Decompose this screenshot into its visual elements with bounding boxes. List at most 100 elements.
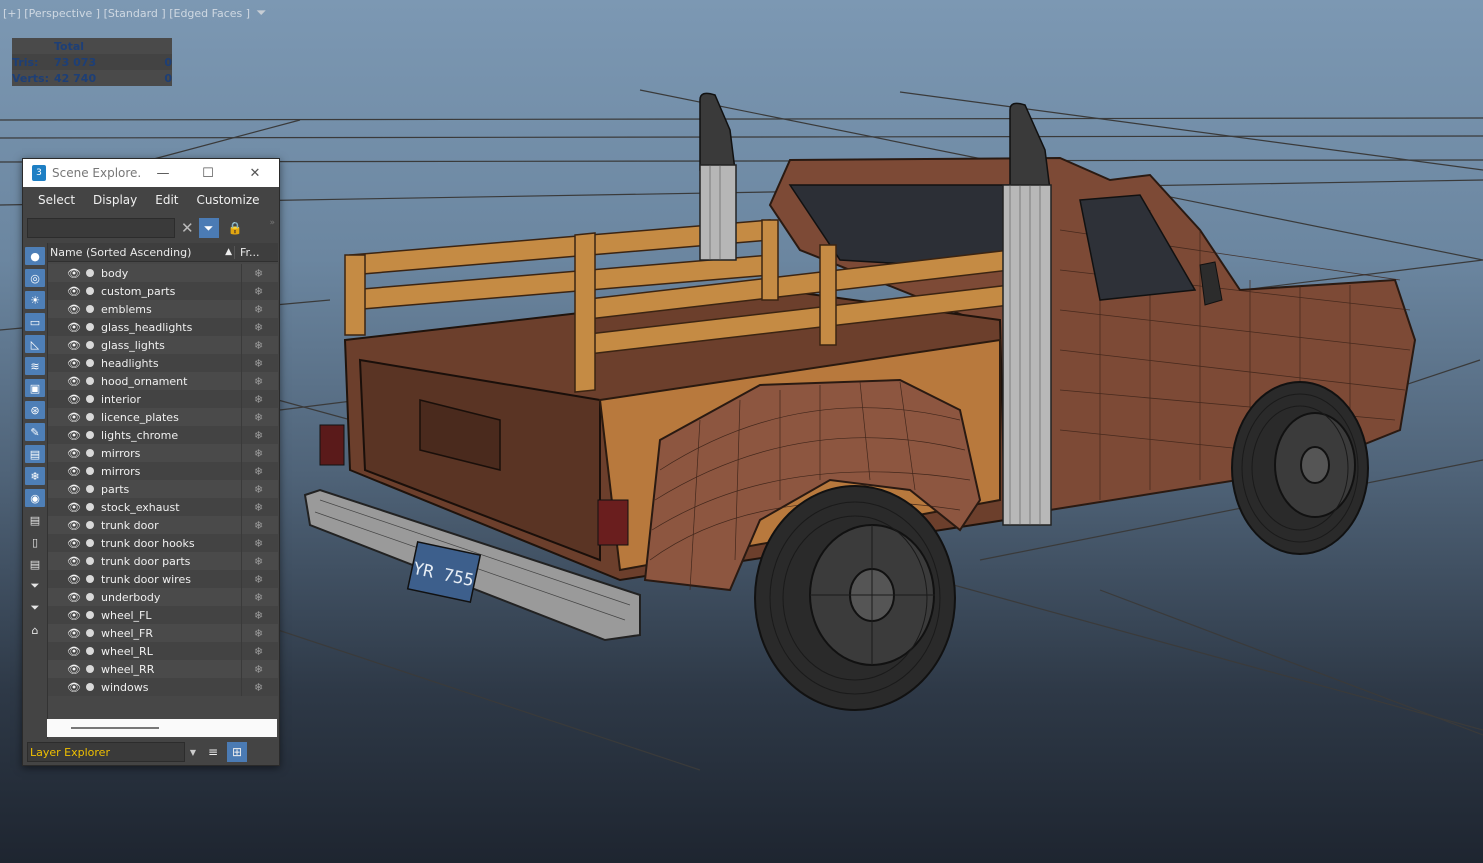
- tree-row[interactable]: 👁 stock_exhaust ❄: [48, 498, 278, 516]
- tree-row[interactable]: 👁 parts ❄: [48, 480, 278, 498]
- freeze-snowflake-icon[interactable]: ❄: [254, 519, 263, 532]
- menu-select[interactable]: Select: [38, 193, 75, 207]
- document-icon[interactable]: ▤: [25, 555, 45, 573]
- freeze-snowflake-icon[interactable]: ❄: [254, 537, 263, 550]
- freeze-snowflake-icon[interactable]: ❄: [254, 663, 263, 676]
- tree-row[interactable]: 👁 mirrors ❄: [48, 462, 278, 480]
- containers-filter-icon[interactable]: ▤: [25, 445, 45, 463]
- visibility-eye-icon[interactable]: 👁: [67, 339, 81, 352]
- page-icon[interactable]: ▯: [25, 533, 45, 551]
- cameras-filter-icon[interactable]: ▭: [25, 313, 45, 331]
- hidden-filter-icon[interactable]: ◉: [25, 489, 45, 507]
- render-dot-icon[interactable]: [86, 683, 94, 691]
- clear-search-icon[interactable]: ✕: [181, 219, 194, 237]
- freeze-snowflake-icon[interactable]: ❄: [254, 267, 263, 280]
- render-dot-icon[interactable]: [86, 395, 94, 403]
- freeze-snowflake-icon[interactable]: ❄: [254, 411, 263, 424]
- filter-icon[interactable]: ⏷: [256, 6, 266, 21]
- column-frozen[interactable]: Fr...: [234, 245, 260, 259]
- freeze-snowflake-icon[interactable]: ❄: [254, 285, 263, 298]
- freeze-snowflake-icon[interactable]: ❄: [254, 339, 263, 352]
- spacewarps-filter-icon[interactable]: ≋: [25, 357, 45, 375]
- tree-row[interactable]: 👁 windows ❄: [48, 678, 278, 696]
- filter-toggle-icon[interactable]: ⏷: [198, 218, 219, 238]
- freeze-snowflake-icon[interactable]: ❄: [254, 573, 263, 586]
- tree-row[interactable]: 👁 trunk door hooks ❄: [48, 534, 278, 552]
- visibility-eye-icon[interactable]: 👁: [67, 375, 81, 388]
- visibility-eye-icon[interactable]: 👁: [67, 303, 81, 316]
- freeze-snowflake-icon[interactable]: ❄: [254, 447, 263, 460]
- tree-header[interactable]: Name (Sorted Ascending) ▲ Fr...: [48, 243, 278, 262]
- briefcase-icon[interactable]: ⌂: [25, 621, 45, 639]
- tree-row[interactable]: 👁 wheel_RR ❄: [48, 660, 278, 678]
- freeze-snowflake-icon[interactable]: ❄: [254, 555, 263, 568]
- freeze-snowflake-icon[interactable]: ❄: [254, 501, 263, 514]
- visibility-eye-icon[interactable]: 👁: [67, 609, 81, 622]
- freeze-snowflake-icon[interactable]: ❄: [254, 321, 263, 334]
- render-dot-icon[interactable]: [86, 269, 94, 277]
- menu-display[interactable]: Display: [93, 193, 137, 207]
- tree-row[interactable]: 👁 headlights ❄: [48, 354, 278, 372]
- render-dot-icon[interactable]: [86, 521, 94, 529]
- viewport-label-text[interactable]: [+] [Perspective ] [Standard ] [Edged Fa…: [3, 7, 250, 20]
- freeze-snowflake-icon[interactable]: ❄: [254, 357, 263, 370]
- visibility-eye-icon[interactable]: 👁: [67, 663, 81, 676]
- frozen-filter-icon[interactable]: ❄: [25, 467, 45, 485]
- horizontal-scrollbar[interactable]: [47, 719, 277, 737]
- menu-edit[interactable]: Edit: [155, 193, 178, 207]
- menu-customize[interactable]: Customize: [197, 193, 260, 207]
- tree-row[interactable]: 👁 underbody ❄: [48, 588, 278, 606]
- visibility-eye-icon[interactable]: 👁: [67, 645, 81, 658]
- chevron-down-icon[interactable]: ▼: [190, 748, 196, 757]
- visibility-eye-icon[interactable]: 👁: [67, 681, 81, 694]
- visibility-eye-icon[interactable]: 👁: [67, 519, 81, 532]
- bones-filter-icon[interactable]: ✎: [25, 423, 45, 441]
- visibility-eye-icon[interactable]: 👁: [67, 591, 81, 604]
- column-name[interactable]: Name (Sorted Ascending) ▲: [48, 246, 234, 259]
- tree-row[interactable]: 👁 trunk door parts ❄: [48, 552, 278, 570]
- minimize-button[interactable]: —: [141, 159, 185, 187]
- freeze-snowflake-icon[interactable]: ❄: [254, 609, 263, 622]
- freeze-snowflake-icon[interactable]: ❄: [254, 645, 263, 658]
- render-dot-icon[interactable]: [86, 485, 94, 493]
- render-dot-icon[interactable]: [86, 287, 94, 295]
- freeze-snowflake-icon[interactable]: ❄: [254, 627, 263, 640]
- visibility-eye-icon[interactable]: 👁: [67, 321, 81, 334]
- tree-row[interactable]: 👁 interior ❄: [48, 390, 278, 408]
- render-dot-icon[interactable]: [86, 557, 94, 565]
- freeze-snowflake-icon[interactable]: ❄: [254, 483, 263, 496]
- visibility-eye-icon[interactable]: 👁: [67, 465, 81, 478]
- render-dot-icon[interactable]: [86, 359, 94, 367]
- render-dot-icon[interactable]: [86, 377, 94, 385]
- render-dot-icon[interactable]: [86, 665, 94, 673]
- list-icon[interactable]: ▤: [25, 511, 45, 529]
- maximize-button[interactable]: ☐: [186, 159, 230, 187]
- tree-row[interactable]: 👁 emblems ❄: [48, 300, 278, 318]
- visibility-eye-icon[interactable]: 👁: [67, 285, 81, 298]
- tree-row[interactable]: 👁 glass_lights ❄: [48, 336, 278, 354]
- freeze-snowflake-icon[interactable]: ❄: [254, 681, 263, 694]
- helpers-filter-icon[interactable]: ◺: [25, 335, 45, 353]
- shapes-filter-icon[interactable]: ◎: [25, 269, 45, 287]
- explorer-selector[interactable]: Layer Explorer ▼: [27, 742, 196, 762]
- visibility-eye-icon[interactable]: 👁: [67, 555, 81, 568]
- tree-row[interactable]: 👁 wheel_RL ❄: [48, 642, 278, 660]
- render-dot-icon[interactable]: [86, 413, 94, 421]
- render-dot-icon[interactable]: [86, 611, 94, 619]
- freeze-snowflake-icon[interactable]: ❄: [254, 375, 263, 388]
- scene-explorer-window[interactable]: 3 Scene Explore... — ☐ ✕ Select Display …: [22, 158, 280, 766]
- visibility-eye-icon[interactable]: 👁: [67, 483, 81, 496]
- funnel-icon[interactable]: ⏷: [25, 599, 45, 617]
- visibility-eye-icon[interactable]: 👁: [67, 537, 81, 550]
- funnel-clear-icon[interactable]: ⏷: [25, 577, 45, 595]
- render-dot-icon[interactable]: [86, 449, 94, 457]
- visibility-eye-icon[interactable]: 👁: [67, 411, 81, 424]
- tree-row[interactable]: 👁 custom_parts ❄: [48, 282, 278, 300]
- freeze-snowflake-icon[interactable]: ❄: [254, 465, 263, 478]
- tree-row[interactable]: 👁 body ❄: [48, 264, 278, 282]
- tree-row[interactable]: 👁 wheel_FL ❄: [48, 606, 278, 624]
- scene-tree[interactable]: Name (Sorted Ascending) ▲ Fr... 👁 body ❄ 👁 c…: [47, 243, 278, 739]
- hierarchy-icon[interactable]: ⊞: [227, 742, 247, 762]
- lock-icon[interactable]: 🔒: [228, 221, 243, 235]
- render-dot-icon[interactable]: [86, 305, 94, 313]
